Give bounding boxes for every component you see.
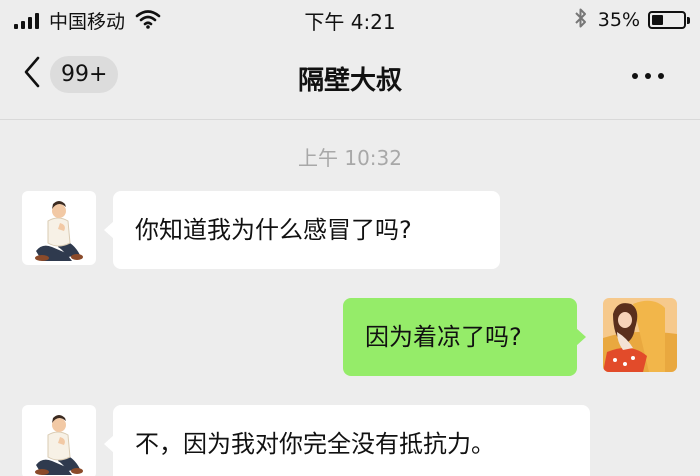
message-bubble-outgoing[interactable]: 因为着凉了吗? <box>343 298 586 376</box>
user-avatar[interactable] <box>603 298 677 372</box>
battery-percent: 35% <box>597 9 640 31</box>
contact-avatar[interactable] <box>22 405 96 476</box>
status-bar: 中国移动 下午 4:21 35% <box>0 0 700 40</box>
contact-avatar[interactable] <box>22 191 96 265</box>
battery-icon <box>648 11 690 29</box>
message-bubble-incoming[interactable]: 你知道我为什么感冒了吗? <box>104 191 500 269</box>
message-timestamp: 上午 10:32 <box>298 146 402 170</box>
bluetooth-icon <box>574 7 588 33</box>
chat-screen: 中国移动 下午 4:21 35% 99+ 隔壁大叔 上午 10:32 你知道我为… <box>0 0 700 476</box>
more-icon[interactable] <box>632 73 664 79</box>
nav-bar: 99+ 隔壁大叔 <box>0 40 700 120</box>
status-right: 35% <box>574 7 690 33</box>
chat-title: 隔壁大叔 <box>297 66 402 96</box>
message-bubble-incoming[interactable]: 不，因为我对你完全没有抵抗力。 <box>104 405 590 476</box>
